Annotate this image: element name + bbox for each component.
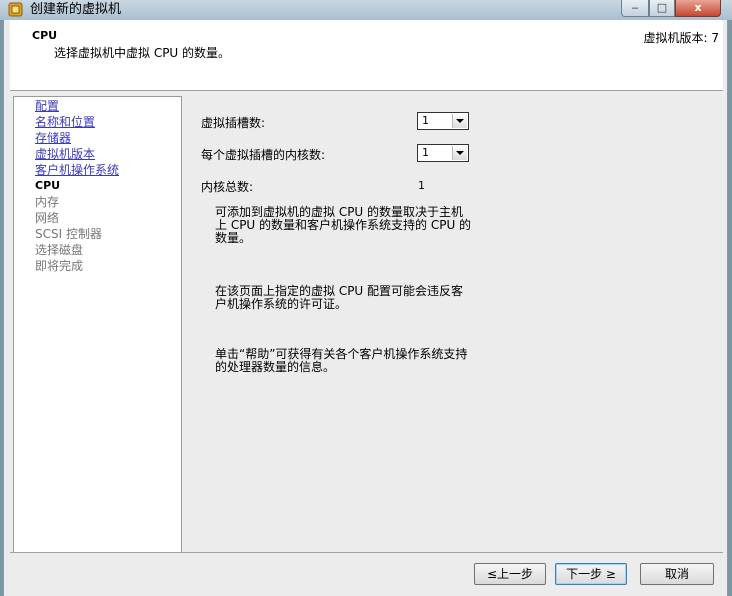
- minimize-icon: ‒: [631, 1, 639, 14]
- sidebar-item-network: 网络: [35, 211, 60, 225]
- virtual-sockets-select[interactable]: 1: [417, 112, 469, 130]
- cores-per-socket-label: 每个虚拟插槽的内核数:: [201, 148, 326, 162]
- info-text-license: 在该页面上指定的虚拟 CPU 配置可能会违反客户机操作系统的许可证。: [215, 284, 464, 311]
- cpu-config-panel: 虚拟插槽数: 1 每个虚拟插槽的内核数: 1 内核总数: 1 可添加到虚拟机的虚…: [182, 92, 722, 552]
- footer-divider: [10, 552, 723, 553]
- chevron-down-icon[interactable]: [452, 114, 467, 128]
- virtual-sockets-label: 虚拟插槽数:: [201, 116, 266, 130]
- cores-per-socket-select[interactable]: 1: [417, 144, 469, 162]
- maximize-button[interactable]: □: [649, 0, 675, 17]
- info-text-cpu-limit: 可添加到虚拟机的虚拟 CPU 的数量取决于主机上 CPU 的数量和客户机操作系统…: [215, 205, 472, 245]
- total-cores-value: 1: [418, 179, 425, 192]
- wizard-frame: CPU 选择虚拟机中虚拟 CPU 的数量。 虚拟机版本: 7 配置 名称和位置 …: [3, 20, 728, 596]
- title-bar: 创建新的虚拟机 ‒ □ x: [0, 0, 732, 20]
- virtual-sockets-value: 1: [422, 114, 429, 127]
- page-subtitle: 选择虚拟机中虚拟 CPU 的数量。: [54, 46, 231, 60]
- cancel-button[interactable]: 取消: [640, 563, 714, 585]
- vm-version-label: 虚拟机版本: 7: [643, 31, 720, 45]
- back-button[interactable]: ≤上一步: [474, 563, 546, 585]
- chevron-down-icon[interactable]: [452, 146, 467, 160]
- sidebar-item-select-disk: 选择磁盘: [35, 243, 84, 257]
- wizard-steps-sidebar: 配置 名称和位置 存储器 虚拟机版本 客户机操作系统 CPU 内存 网络 SCS…: [13, 96, 182, 553]
- page-title: CPU: [32, 29, 58, 42]
- sidebar-item-memory: 内存: [35, 195, 60, 209]
- sidebar-item-config[interactable]: 配置: [35, 98, 59, 114]
- vsphere-app-icon: [8, 2, 23, 17]
- total-cores-label: 内核总数:: [201, 180, 254, 194]
- sidebar-item-vm-version[interactable]: 虚拟机版本: [35, 146, 95, 162]
- cores-per-socket-value: 1: [422, 146, 429, 159]
- sidebar-item-storage[interactable]: 存储器: [35, 130, 71, 146]
- next-button[interactable]: 下一步 ≥: [555, 563, 627, 585]
- sidebar-item-name-location[interactable]: 名称和位置: [35, 114, 95, 130]
- sidebar-item-cpu: CPU: [35, 179, 61, 192]
- maximize-icon: □: [656, 1, 668, 14]
- wizard-header: CPU 选择虚拟机中虚拟 CPU 的数量。 虚拟机版本: 7: [10, 20, 723, 91]
- info-text-help: 单击“帮助”可获得有关各个客户机操作系统支持的处理器数量的信息。: [215, 347, 468, 374]
- minimize-button[interactable]: ‒: [621, 0, 649, 17]
- close-icon: x: [694, 1, 702, 14]
- sidebar-item-guest-os[interactable]: 客户机操作系统: [35, 162, 119, 178]
- close-button[interactable]: x: [675, 0, 721, 17]
- window-title: 创建新的虚拟机: [30, 2, 122, 17]
- sidebar-item-scsi-controller: SCSI 控制器: [35, 227, 102, 241]
- sidebar-item-ready-to-complete: 即将完成: [35, 259, 84, 273]
